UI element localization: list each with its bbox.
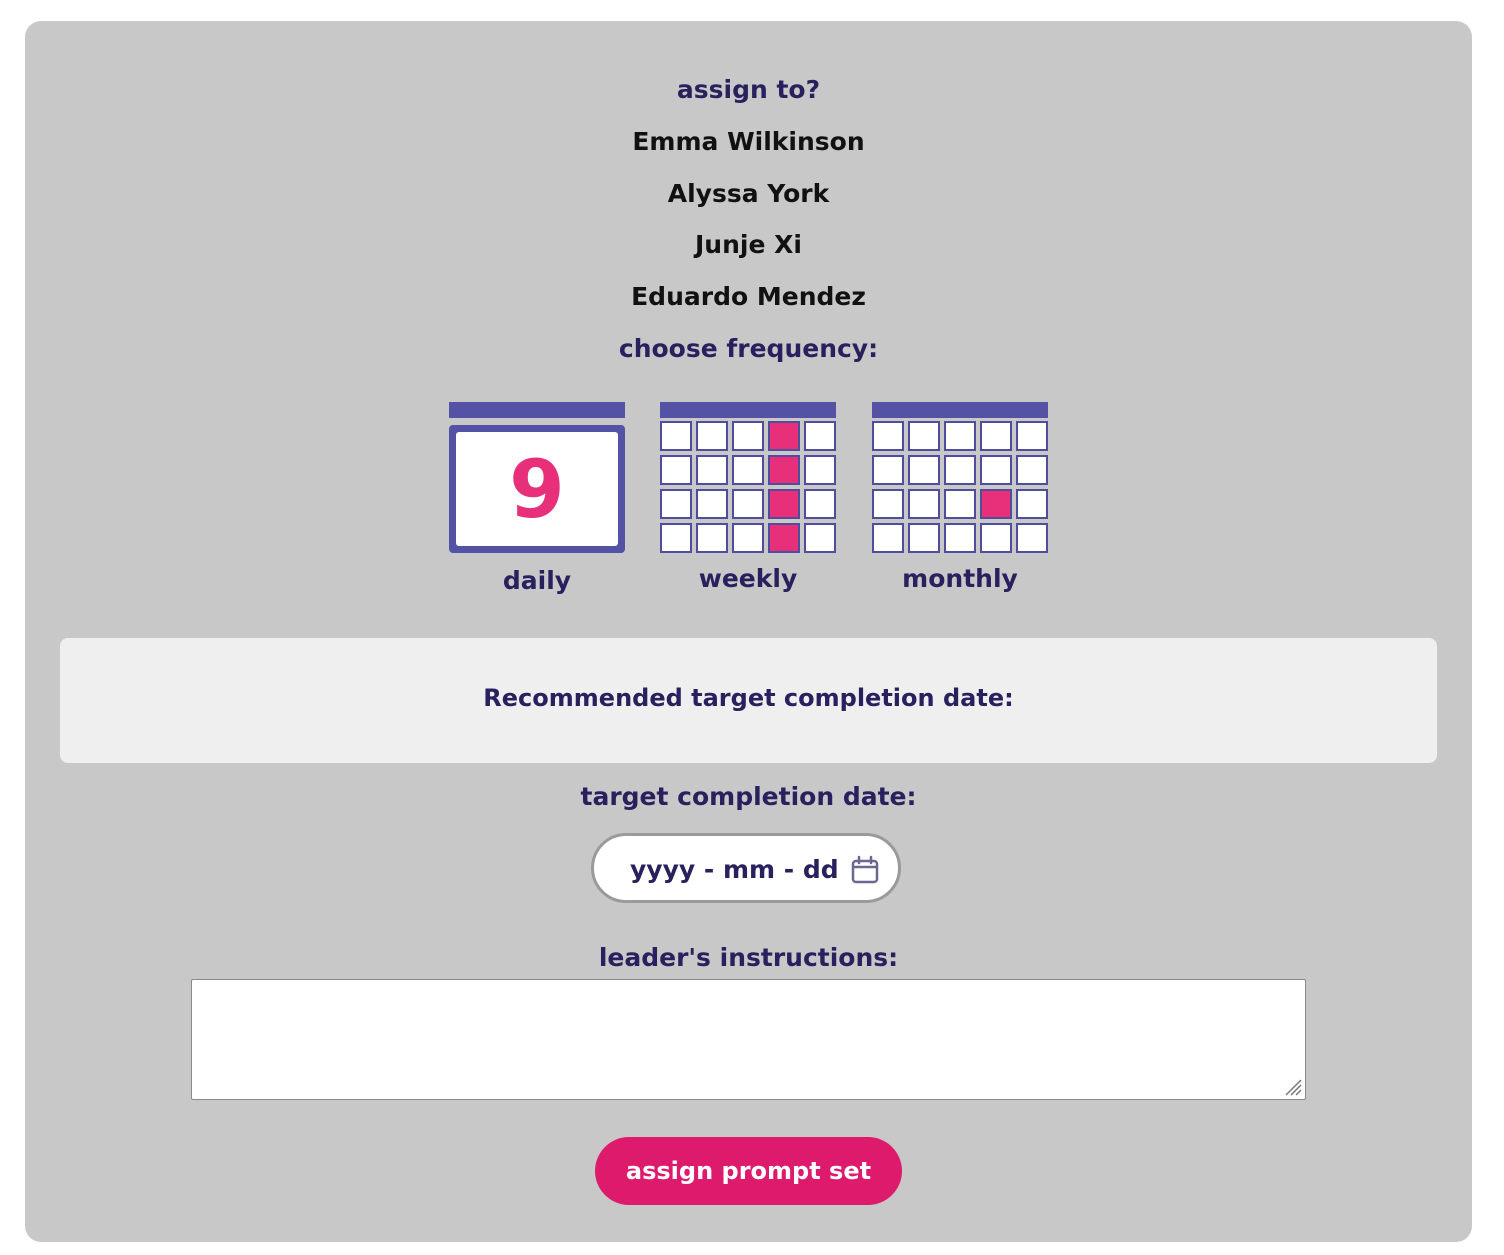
calendar-cell [660,455,692,485]
calendar-cell [768,421,800,451]
calendar-cell [768,523,800,553]
frequency-option-weekly[interactable]: weekly [660,402,836,602]
calendar-cell [944,455,976,485]
calendar-cell [908,489,940,519]
calendar-cell [696,421,728,451]
calendar-cell [980,455,1012,485]
calendar-cell [1016,489,1048,519]
recommendation-box: Recommended target completion date: [60,638,1437,763]
resize-handle-icon[interactable] [1282,1076,1302,1096]
instructions-textarea[interactable] [191,979,1306,1100]
calendar-cell [732,523,764,553]
frequency-option-monthly[interactable]: monthly [872,402,1048,602]
frequency-option-daily[interactable]: 9 daily [449,402,625,602]
date-placeholder: yyyy - mm - dd [630,855,839,884]
calendar-top-bar [872,402,1048,418]
calendar-cell [980,489,1012,519]
member-option-junje-xi[interactable]: Junje Xi [25,230,1472,259]
calendar-cell [944,489,976,519]
frequency-label-daily: daily [502,566,572,595]
member-option-emma-wilkinson[interactable]: Emma Wilkinson [25,127,1472,156]
recommended-date-text: Recommended target completion date: [483,684,1014,712]
calendar-cell [660,489,692,519]
calendar-cell [696,523,728,553]
calendar-cell [872,489,904,519]
member-option-alyssa-york[interactable]: Alyssa York [25,179,1472,208]
calendar-cell [980,421,1012,451]
calendar-cell [908,421,940,451]
daily-calendar-icon: 9 [449,425,625,553]
frequency-heading: choose frequency: [618,334,879,363]
calendar-cell [696,489,728,519]
calendar-cell [768,489,800,519]
calendar-cell [804,489,836,519]
calendar-cell [696,455,728,485]
calendar-cell [944,421,976,451]
frequency-label-weekly: weekly [698,564,798,593]
calendar-cell [732,421,764,451]
calendar-cell [1016,421,1048,451]
calendar-cell [804,455,836,485]
calendar-cell [660,523,692,553]
weekly-calendar-icon [660,421,836,553]
target-date-label: target completion date: [580,782,917,811]
target-date-input[interactable]: yyyy - mm - dd [591,833,901,903]
assign-panel: assign to? Emma Wilkinson Alyssa York Ju… [25,21,1472,1242]
instructions-label: leader's instructions: [598,943,899,972]
calendar-cell [768,455,800,485]
assign-heading: assign to? [676,75,821,104]
calendar-cell [1016,455,1048,485]
calendar-cell [908,455,940,485]
calendar-cell [732,455,764,485]
monthly-calendar-icon [872,421,1048,553]
calendar-cell [804,523,836,553]
calendar-cell [732,489,764,519]
calendar-cell [872,523,904,553]
frequency-label-monthly: monthly [902,564,1018,593]
calendar-top-bar [449,402,625,418]
calendar-cell [980,523,1012,553]
calendar-cell [660,421,692,451]
calendar-icon[interactable] [850,855,880,885]
calendar-top-bar [660,402,836,418]
day-number: 9 [456,432,618,546]
member-option-eduardo-mendez[interactable]: Eduardo Mendez [25,282,1472,311]
calendar-cell [804,421,836,451]
calendar-cell [872,421,904,451]
calendar-cell [944,523,976,553]
assign-prompt-set-button[interactable]: assign prompt set [595,1137,902,1205]
calendar-cell [872,455,904,485]
calendar-cell [908,523,940,553]
calendar-cell [1016,523,1048,553]
